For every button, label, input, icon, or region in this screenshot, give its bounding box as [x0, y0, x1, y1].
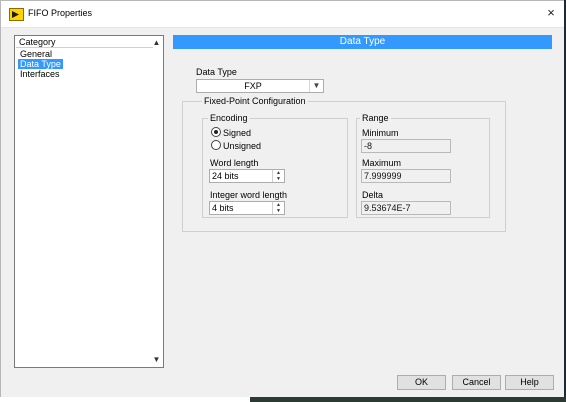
range-caption: Range	[360, 113, 391, 123]
data-type-value: FXP	[244, 81, 262, 91]
maximum-label: Maximum	[362, 158, 402, 168]
maximum-value: 7.999999	[364, 171, 402, 181]
chevron-down-icon[interactable]: ▼	[309, 80, 323, 92]
unsigned-label: Unsigned	[223, 141, 262, 151]
labview-app-icon	[9, 8, 24, 21]
word-length-value: 24 bits	[212, 171, 239, 181]
cancel-button[interactable]: Cancel	[452, 375, 501, 390]
sidebar-item-general[interactable]: General	[18, 49, 54, 59]
data-type-dropdown[interactable]: FXP ▼	[196, 79, 324, 93]
minimum-label: Minimum	[362, 128, 399, 138]
window-title: FIFO Properties	[28, 8, 93, 18]
sidebar-item-interfaces[interactable]: Interfaces	[18, 69, 62, 79]
decrement-icon[interactable]: ▼	[273, 176, 284, 182]
ok-button[interactable]: OK	[397, 375, 446, 390]
word-length-stepper[interactable]: 24 bits ▲ ▼	[209, 169, 285, 183]
data-type-label: Data Type	[196, 67, 237, 77]
delta-field: 9.53674E-7	[361, 201, 451, 215]
desktop-background-bottom-dark	[250, 397, 566, 402]
signed-radio[interactable]	[211, 127, 221, 137]
delta-label: Delta	[362, 190, 384, 200]
minimum-value: -8	[364, 141, 373, 151]
help-button[interactable]: Help	[505, 375, 554, 390]
integer-word-length-stepper[interactable]: 4 bits ▲ ▼	[209, 201, 285, 215]
scroll-down-icon[interactable]: ▼	[151, 354, 162, 365]
encoding-caption: Encoding	[208, 113, 250, 123]
word-length-label: Word length	[210, 158, 259, 168]
word-length-spin-buttons[interactable]: ▲ ▼	[272, 170, 284, 182]
integer-word-length-value: 4 bits	[212, 203, 234, 213]
minimum-field: -8	[361, 139, 451, 153]
sidebar-item-data-type[interactable]: Data Type	[18, 59, 63, 69]
section-title-bar: Data Type	[173, 35, 552, 49]
integer-word-length-spin-buttons[interactable]: ▲ ▼	[272, 202, 284, 214]
fixed-point-configuration-caption: Fixed-Point Configuration	[202, 96, 308, 106]
scrollbar-track[interactable]	[151, 48, 162, 354]
integer-word-length-label: Integer word length	[210, 190, 288, 200]
delta-value: 9.53674E-7	[364, 203, 411, 213]
properties-dialog: FIFO Properties × Category General Data …	[0, 0, 566, 398]
signed-label: Signed	[223, 128, 252, 138]
title-bar: FIFO Properties ×	[1, 1, 565, 28]
close-icon[interactable]: ×	[543, 5, 559, 21]
category-list-header: Category	[16, 37, 153, 48]
unsigned-radio[interactable]	[211, 140, 221, 150]
maximum-field: 7.999999	[361, 169, 451, 183]
category-list: Category General Data Type Interfaces ▲ …	[14, 35, 164, 368]
decrement-icon[interactable]: ▼	[273, 208, 284, 214]
scroll-up-icon[interactable]: ▲	[151, 37, 162, 48]
